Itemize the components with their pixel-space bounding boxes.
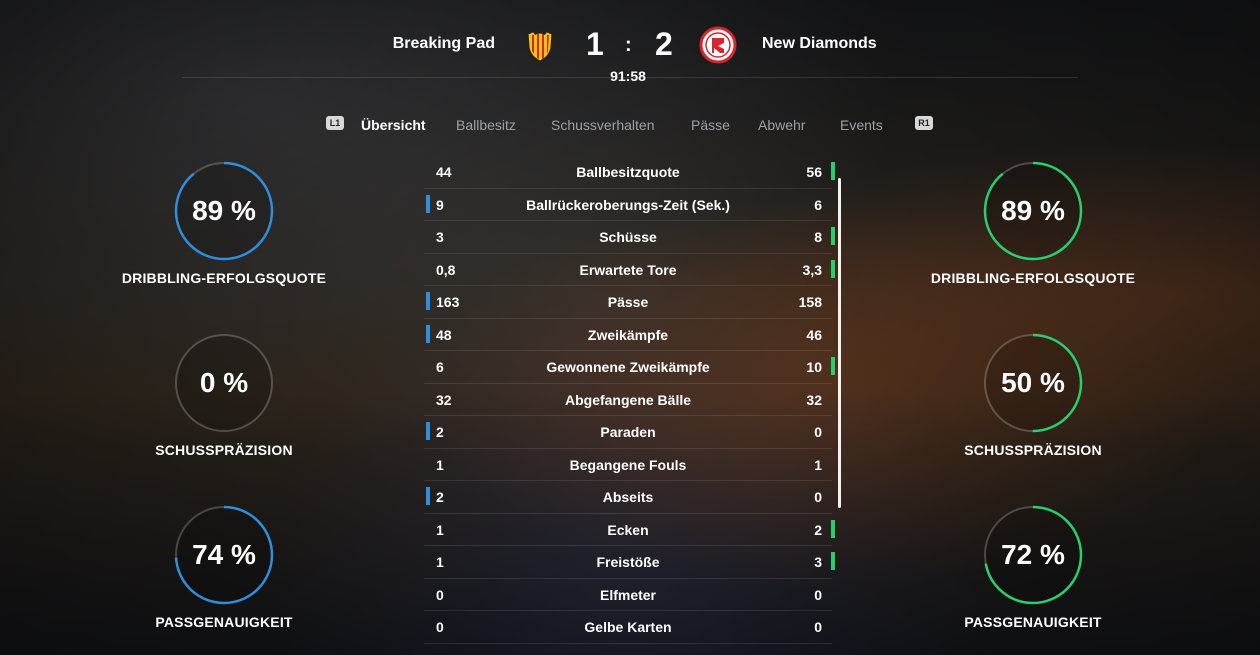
away-leader-marker — [831, 259, 835, 278]
away-stat-value: 0 — [814, 489, 822, 505]
l1-button-icon[interactable]: L1 — [326, 116, 344, 130]
home-ring-value: 0 % — [199, 367, 249, 398]
stat-name: Gewonnene Zweikämpfe — [546, 359, 710, 375]
match-header: Breaking Pad 1 : 2 New Diamonds 91:58 — [0, 0, 1260, 100]
away-stat-value: 56 — [806, 164, 822, 180]
away-stat-value: 6 — [814, 196, 822, 213]
away-stat-value: 0 — [814, 619, 822, 635]
header-divider — [182, 77, 1078, 78]
stat-name: Begangene Fouls — [569, 456, 687, 473]
away-stat-value: 158 — [798, 294, 822, 310]
tab-schussverhalten[interactable]: Schussverhalten — [551, 117, 655, 133]
home-ring-label: PASSGENAUIGKEIT — [155, 614, 293, 630]
stat-row: 0 Elfmeter 0 — [424, 579, 832, 611]
away-leader-marker — [831, 519, 835, 538]
stat-name: Pässe — [607, 294, 649, 310]
away-stat-value: 46 — [806, 326, 822, 343]
stat-name: Ecken — [607, 521, 649, 538]
home-score: 1 — [586, 26, 604, 62]
stat-row: 48 Zweikämpfe 46 — [424, 319, 832, 351]
tab-abwehr[interactable]: Abwehr — [758, 117, 805, 133]
stat-row: 1 Freistöße 3 — [424, 546, 835, 579]
away-ring-label: DRIBBLING-ERFOLGSQUOTE — [930, 270, 1136, 286]
away-team-name: New Diamonds — [762, 35, 877, 52]
stat-name: Erwartete Tore — [579, 261, 677, 278]
away-ring-value: 72 % — [1001, 539, 1065, 570]
away-stat-value: 32 — [806, 391, 822, 408]
tab-events[interactable]: Events — [840, 117, 883, 133]
home-ring-1: 89 % — [174, 161, 274, 261]
stat-row: 6 Gewonnene Zweikämpfe 10 — [424, 351, 835, 384]
stats-tab-bar: L1 Übersicht Ballbesitz Schussverhalten … — [0, 114, 1260, 138]
stat-name: Gelbe Karten — [584, 619, 672, 635]
home-ring-value: 89 % — [192, 195, 256, 226]
stat-name: Freistöße — [596, 554, 660, 570]
home-ring-3: 74 % — [174, 505, 274, 605]
stat-name: Ballbesitzquote — [576, 164, 680, 180]
stat-name: Elfmeter — [599, 586, 657, 603]
home-ring-label: DRIBBLING-ERFOLGSQUOTE — [121, 270, 327, 286]
stat-row: 3 Schüsse 8 — [424, 221, 835, 254]
r1-button-icon[interactable]: R1 — [915, 116, 933, 130]
away-stat-value: 8 — [814, 229, 822, 245]
tab-paesse[interactable]: Pässe — [691, 117, 730, 133]
home-crest-icon — [527, 28, 553, 62]
stat-name: Schüsse — [599, 229, 657, 245]
home-team-name: Breaking Pad — [392, 35, 495, 52]
stat-row: 163 Pässe 158 — [424, 286, 832, 319]
stat-row: 0 Gelbe Karten 0 — [424, 611, 832, 644]
away-ring-3: 72 % — [983, 505, 1083, 605]
away-crest-icon — [699, 26, 737, 64]
away-ring-1: 89 % — [983, 161, 1083, 261]
tab-uebersicht[interactable]: Übersicht — [361, 117, 426, 133]
stat-name: Abgefangene Bälle — [564, 391, 692, 408]
tab-ballbesitz[interactable]: Ballbesitz — [456, 117, 516, 133]
stat-name: Abseits — [602, 489, 654, 505]
away-stat-value: 3,3 — [802, 261, 822, 278]
away-score: 2 — [655, 26, 673, 62]
stat-row: 1 Begangene Fouls 1 — [424, 449, 832, 481]
stats-scrollbar[interactable] — [838, 178, 841, 508]
away-ring-label: PASSGENAUIGKEIT — [964, 614, 1102, 630]
stats-table: 44 Ballbesitzquote 56 9 Ballrückeroberungs-Z… — [424, 156, 835, 644]
away-leader-marker — [831, 162, 835, 180]
stat-row: 1 Ecken 2 — [424, 514, 835, 546]
stat-row: 9 Ballrückeroberungs-Zeit (Sek.) 6 — [424, 189, 832, 221]
away-stat-value: 2 — [814, 521, 822, 538]
stat-row: 0,8 Erwartete Tore 3,3 — [424, 254, 835, 286]
score-separator: : — [625, 34, 632, 56]
away-stat-value: 0 — [814, 586, 822, 603]
away-stat-value: 0 — [814, 424, 822, 440]
stat-row: 44 Ballbesitzquote 56 — [424, 156, 835, 189]
stat-row: 32 Abgefangene Bälle 32 — [424, 384, 832, 416]
home-ring-value: 74 % — [192, 539, 256, 570]
stat-name: Ballrückeroberungs-Zeit (Sek.) — [526, 196, 730, 213]
away-leader-marker — [831, 227, 835, 245]
stat-name: Paraden — [600, 424, 656, 440]
away-leader-marker — [831, 357, 835, 375]
away-ring-value: 89 % — [1001, 195, 1065, 226]
match-clock: 91:58 — [610, 68, 646, 84]
away-stat-value: 10 — [806, 359, 822, 375]
away-ring-label: SCHUSSPRÄZISION — [964, 442, 1102, 458]
away-ring-value: 50 % — [1001, 367, 1065, 398]
home-ring-2: 0 % — [174, 333, 274, 433]
away-stat-value: 3 — [814, 554, 822, 570]
away-stat-value: 1 — [814, 456, 822, 473]
stat-name: Zweikämpfe — [587, 326, 669, 343]
home-ring-label: SCHUSSPRÄZISION — [155, 442, 293, 458]
stat-row: 2 Paraden 0 — [424, 416, 832, 449]
away-leader-marker — [831, 552, 835, 570]
away-ring-2: 50 % — [983, 333, 1083, 433]
stat-row: 2 Abseits 0 — [424, 481, 832, 514]
